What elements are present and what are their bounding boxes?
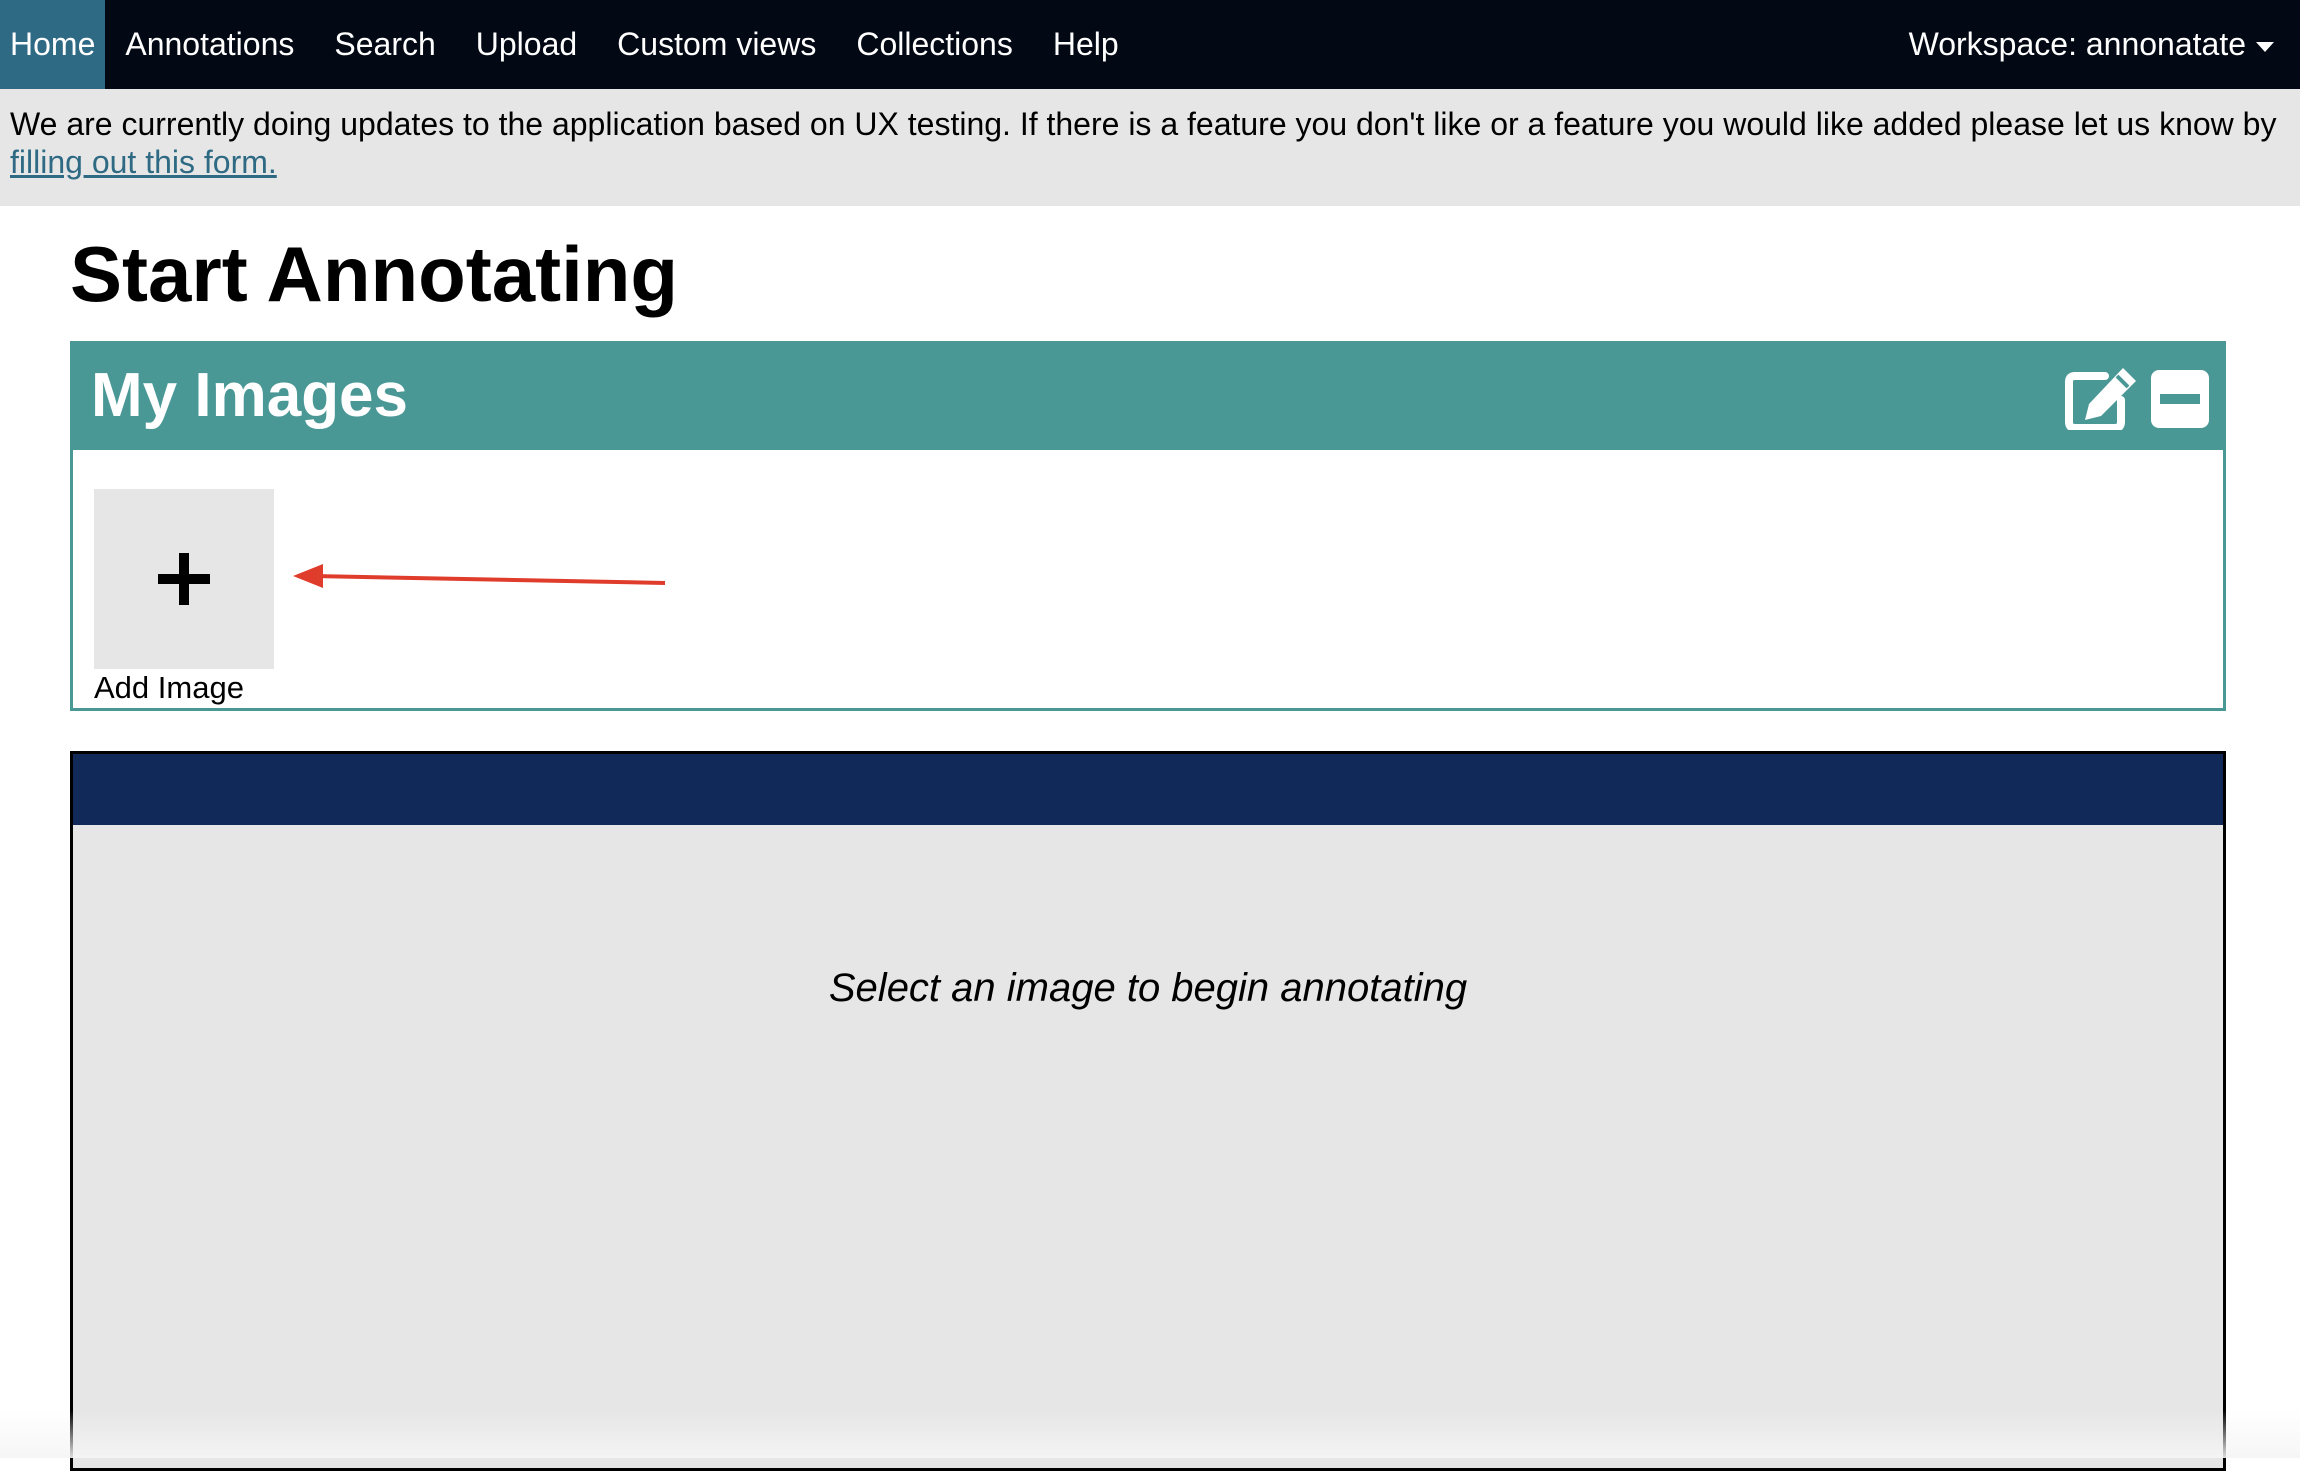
viewer-empty-message: Select an image to begin annotating (828, 966, 1468, 1010)
nav-annotations[interactable]: Annotations (105, 0, 314, 89)
page-title: Start Annotating (70, 230, 679, 318)
edit-icon (2065, 368, 2136, 432)
workspace-dropdown[interactable]: Workspace: annonatate (1889, 0, 2300, 89)
notice-banner: We are currently doing updates to the ap… (0, 89, 2300, 206)
minus-square-icon (2151, 370, 2209, 428)
add-image-label[interactable]: Add Image (94, 670, 244, 706)
viewer-header (73, 754, 2223, 825)
notice-text: We are currently doing updates to the ap… (10, 106, 2277, 142)
plus-icon (158, 553, 210, 605)
my-images-panel: My Images Add Image (70, 341, 2226, 711)
annotation-viewer-panel: Select an image to begin annotating (70, 751, 2226, 1471)
nav-custom-views[interactable]: Custom views (597, 0, 836, 89)
add-image-tile[interactable] (94, 489, 274, 669)
collapse-panel-button[interactable] (2151, 370, 2209, 434)
annotation-arrow (293, 564, 666, 588)
my-images-header: My Images (73, 344, 2223, 450)
my-images-title: My Images (91, 361, 409, 430)
nav-collections[interactable]: Collections (836, 0, 1033, 89)
caret-down-icon (2256, 41, 2274, 52)
nav-upload[interactable]: Upload (456, 0, 597, 89)
nav-help[interactable]: Help (1033, 0, 1139, 89)
nav-home[interactable]: Home (0, 0, 106, 89)
workspace-label: Workspace: annonatate (1908, 26, 2246, 62)
feedback-form-link[interactable]: filling out this form. (10, 144, 277, 180)
top-navigation-bar: Home Annotations Search Upload Custom vi… (0, 0, 2300, 89)
nav-search[interactable]: Search (314, 0, 455, 89)
edit-images-button[interactable] (2065, 366, 2139, 432)
